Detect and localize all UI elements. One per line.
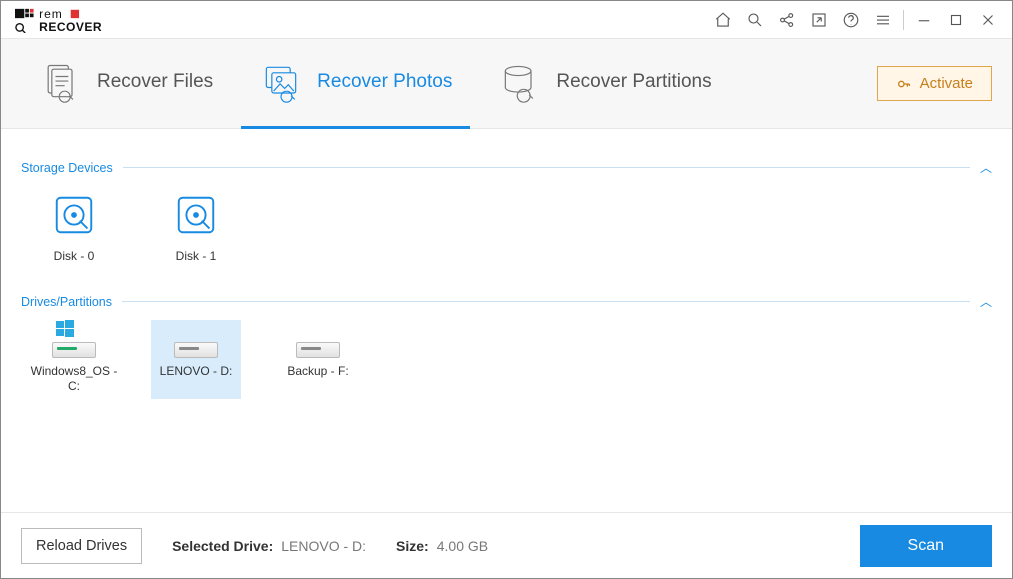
size-info: Size: 4.00 GB (396, 538, 488, 554)
activate-button[interactable]: Activate (877, 66, 992, 101)
tab-label: Recover Files (97, 71, 213, 93)
maximize-icon[interactable] (940, 4, 972, 36)
scan-button[interactable]: Scan (860, 525, 992, 567)
section-title: Drives/Partitions (21, 295, 112, 309)
drive-item[interactable]: Windows8_OS - C: (29, 320, 119, 399)
drive-icon (46, 326, 102, 358)
chevron-up-icon: ︿ (980, 293, 992, 310)
windows-icon (56, 320, 74, 343)
disks-list: Disk - 0 Disk - 1 (21, 176, 992, 275)
search-icon[interactable] (739, 4, 771, 36)
help-icon[interactable] (835, 4, 867, 36)
drive-label: Backup - F: (287, 364, 348, 378)
menu-icon[interactable] (867, 4, 899, 36)
partitions-icon (498, 60, 542, 104)
size-label: Size: (396, 538, 429, 554)
drives-list: Windows8_OS - C: LENOVO - D: Backup - F: (21, 310, 992, 405)
drive-icon (168, 326, 224, 358)
share-icon[interactable] (771, 4, 803, 36)
home-icon[interactable] (707, 4, 739, 36)
disk-label: Disk - 0 (54, 249, 95, 263)
section-title: Storage Devices (21, 161, 113, 175)
disk-item[interactable]: Disk - 0 (29, 186, 119, 269)
activate-label: Activate (920, 75, 973, 92)
drive-label: LENOVO - D: (160, 364, 233, 378)
size-value: 4.00 GB (437, 538, 488, 554)
tab-recover-partitions[interactable]: Recover Partitions (480, 39, 729, 129)
disk-icon (51, 192, 97, 243)
tab-recover-files[interactable]: Recover Files (21, 39, 231, 129)
disk-icon (173, 192, 219, 243)
section-drives-partitions[interactable]: Drives/Partitions ︿ (21, 293, 992, 310)
minimize-icon[interactable] (908, 4, 940, 36)
svg-text:RECOVER: RECOVER (39, 20, 102, 33)
photos-icon (259, 60, 303, 104)
drive-item[interactable]: Backup - F: (273, 320, 363, 399)
main-area: Storage Devices ︿ Disk - 0 Disk - 1 Driv… (1, 129, 1012, 512)
drive-label: Windows8_OS - C: (29, 364, 119, 393)
svg-text:rem: rem (39, 7, 63, 21)
selected-drive-info: Selected Drive: LENOVO - D: (172, 538, 366, 554)
selected-drive-label: Selected Drive: (172, 538, 273, 554)
drive-icon (290, 326, 346, 358)
reload-drives-button[interactable]: Reload Drives (21, 528, 142, 564)
app-logo: rem RECOVER (15, 7, 145, 33)
key-icon (896, 76, 912, 92)
export-icon[interactable] (803, 4, 835, 36)
disk-item[interactable]: Disk - 1 (151, 186, 241, 269)
tab-label: Recover Photos (317, 71, 452, 93)
close-icon[interactable] (972, 4, 1004, 36)
tab-label: Recover Partitions (556, 71, 711, 93)
selected-drive-value: LENOVO - D: (281, 538, 366, 554)
tab-recover-photos[interactable]: Recover Photos (241, 39, 470, 129)
files-icon (39, 60, 83, 104)
divider (903, 10, 904, 30)
drive-item[interactable]: LENOVO - D: (151, 320, 241, 399)
title-actions (707, 4, 1004, 36)
section-storage-devices[interactable]: Storage Devices ︿ (21, 159, 992, 176)
footer: Reload Drives Selected Drive: LENOVO - D… (1, 512, 1012, 578)
mode-tabs: Recover Files Recover Photos Recover Par… (1, 39, 1012, 129)
chevron-up-icon: ︿ (980, 159, 992, 176)
titlebar: rem RECOVER (1, 1, 1012, 39)
disk-label: Disk - 1 (176, 249, 217, 263)
